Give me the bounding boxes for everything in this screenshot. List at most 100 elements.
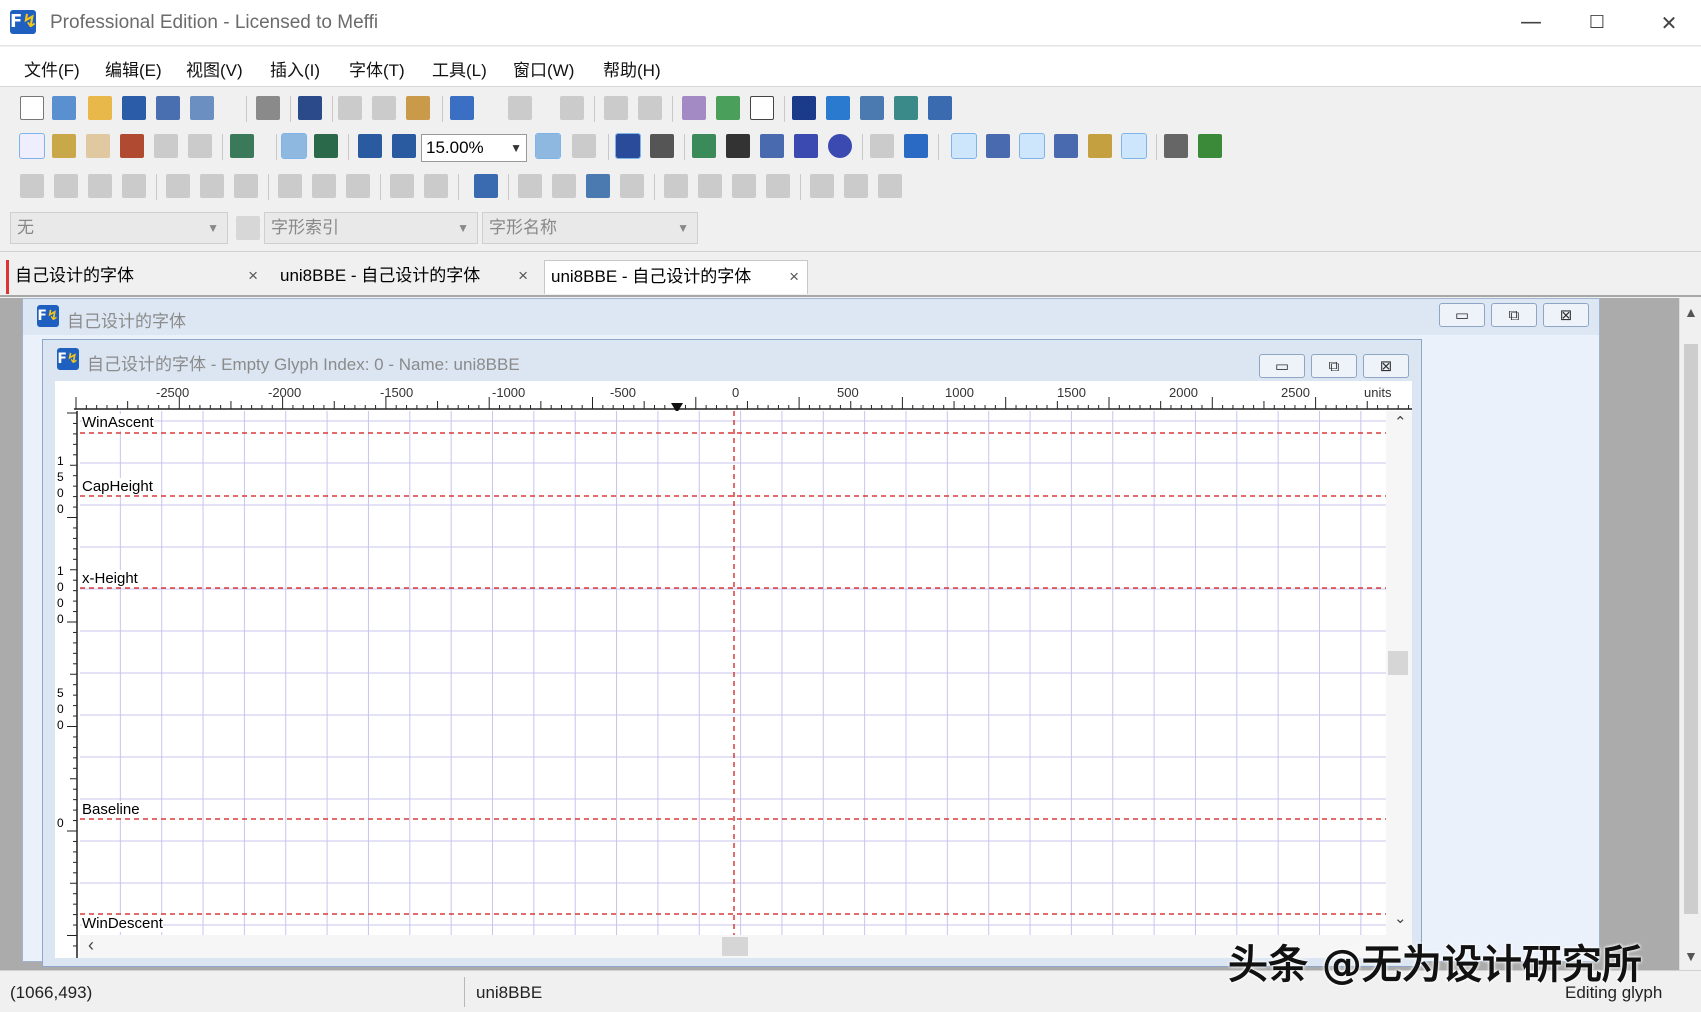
scrollbar-thumb[interactable] (1388, 651, 1408, 675)
tab-glyph-uni8BBE[interactable]: uni8BBE - 自己设计的字体 × (274, 260, 536, 294)
subtract-icon[interactable] (878, 174, 902, 198)
previous-glyph-icon[interactable] (870, 134, 894, 158)
style-combobox[interactable]: 无 ▼ (10, 212, 228, 244)
erase-icon[interactable] (518, 174, 542, 198)
glyph-horizontal-scrollbar[interactable]: ‹ (80, 935, 1412, 958)
scrollbar-thumb[interactable] (1684, 344, 1698, 914)
preview-icon[interactable] (1198, 134, 1222, 158)
zoom-selection-icon[interactable] (572, 134, 596, 158)
checkmark-icon[interactable] (826, 96, 850, 120)
save-icon[interactable] (122, 96, 146, 120)
close-button[interactable]: ⊠ (1543, 303, 1589, 327)
align-bottom-icon[interactable] (346, 174, 370, 198)
close-icon[interactable]: × (789, 261, 799, 293)
menu-edit[interactable]: 编辑(E) (105, 56, 162, 81)
percent-icon[interactable] (281, 133, 307, 159)
copy-icon[interactable] (372, 96, 396, 120)
menu-file[interactable]: 文件(F) (24, 56, 80, 81)
flip-icon[interactable] (664, 174, 688, 198)
intersect-icon[interactable] (844, 174, 868, 198)
undo-icon[interactable] (450, 96, 474, 120)
select-rect-icon[interactable] (19, 133, 45, 159)
pointer-icon[interactable] (615, 133, 641, 159)
glyph-name-combobox[interactable]: 字形名称 ▼ (482, 212, 698, 244)
formula-icon[interactable] (726, 134, 750, 158)
main-vertical-scrollbar[interactable]: ▲ ▼ (1679, 298, 1701, 970)
snap-grid-icon[interactable] (1019, 133, 1045, 159)
menu-insert[interactable]: 插入(I) (270, 56, 320, 81)
tab-glyph-uni8BBE-active[interactable]: uni8BBE - 自己设计的字体 × (544, 260, 808, 294)
refresh-icon[interactable] (560, 96, 584, 120)
snap-points-icon[interactable] (1054, 134, 1078, 158)
minimize-button[interactable]: ▭ (1259, 354, 1305, 378)
test-icon[interactable] (682, 96, 706, 120)
eraser-icon[interactable] (188, 134, 212, 158)
insert-glyph-icon[interactable] (928, 96, 952, 120)
distribute-h-icon[interactable] (390, 174, 414, 198)
validate-icon[interactable] (716, 96, 740, 120)
round-icon[interactable] (620, 174, 644, 198)
minimize-button[interactable]: — (1508, 8, 1554, 38)
close-icon[interactable]: × (518, 260, 528, 292)
close-icon[interactable]: × (248, 260, 258, 292)
menu-window[interactable]: 窗口(W) (513, 56, 574, 81)
scroll-down-icon[interactable]: ▼ (1684, 948, 1698, 964)
zoom-out-icon[interactable] (392, 134, 416, 158)
align-left-icon[interactable] (166, 174, 190, 198)
bounding-box-icon[interactable] (1121, 133, 1147, 159)
menu-font[interactable]: 字体(T) (349, 56, 405, 81)
scroll-up-icon[interactable]: ▲ (1684, 304, 1698, 320)
cut-icon[interactable] (338, 96, 362, 120)
hand-icon[interactable] (86, 134, 110, 158)
rectangle-icon[interactable] (794, 134, 818, 158)
text-icon[interactable] (750, 96, 774, 120)
next-glyph-icon[interactable] (904, 134, 928, 158)
image-icon[interactable] (692, 134, 716, 158)
menu-help[interactable]: 帮助(H) (603, 56, 661, 81)
scatter-icon[interactable] (552, 174, 576, 198)
skew-icon[interactable] (766, 174, 790, 198)
export-icon[interactable] (190, 96, 214, 120)
rotate-icon[interactable] (732, 174, 756, 198)
maximize-button[interactable]: ☐ (1574, 8, 1620, 38)
scroll-down-icon[interactable]: ⌄ (1394, 909, 1407, 927)
menu-view[interactable]: 视图(V) (186, 56, 243, 81)
tab-font-overview[interactable]: 自己设计的字体 × (6, 260, 266, 294)
zoom-fit-icon[interactable] (535, 133, 561, 159)
zoom-in-icon[interactable] (358, 134, 382, 158)
measure-icon[interactable] (120, 134, 144, 158)
export-glyph-icon[interactable] (638, 96, 662, 120)
pencil-icon[interactable] (154, 134, 178, 158)
lasso-icon[interactable] (52, 134, 76, 158)
mirror-icon[interactable] (698, 174, 722, 198)
glyph-canvas[interactable]: WinAscent CapHeight x-Height Baseline Wi… (80, 411, 1386, 935)
scrollbar-thumb[interactable] (722, 937, 748, 956)
close-button[interactable]: ✕ (1646, 8, 1692, 38)
ellipse-icon[interactable] (828, 134, 852, 158)
scroll-up-icon[interactable]: ⌃ (1394, 413, 1407, 431)
save-all-icon[interactable] (156, 96, 180, 120)
add-contour-icon[interactable] (586, 174, 610, 198)
snap-lines-icon[interactable] (1088, 134, 1112, 158)
open-folder-icon[interactable] (88, 96, 112, 120)
background-image-icon[interactable] (230, 134, 254, 158)
new-project-icon[interactable] (52, 96, 76, 120)
text-layer-icon[interactable] (314, 134, 338, 158)
paste-icon[interactable] (406, 96, 430, 120)
send-backward-icon[interactable] (88, 174, 112, 198)
zoom-combobox[interactable]: 15.00% ▼ (421, 134, 527, 162)
close-button[interactable]: ⊠ (1363, 354, 1409, 378)
align-right-icon[interactable] (234, 174, 258, 198)
restore-button[interactable]: ⧉ (1311, 354, 1357, 378)
pen-icon[interactable] (760, 134, 784, 158)
guidelines-icon[interactable] (986, 134, 1010, 158)
glyph-lookup-icon[interactable] (236, 216, 260, 240)
restore-button[interactable]: ⧉ (1491, 303, 1537, 327)
properties-icon[interactable] (792, 96, 816, 120)
bring-forward-icon[interactable] (54, 174, 78, 198)
grid-icon[interactable] (951, 133, 977, 159)
node-tool-icon[interactable] (650, 134, 674, 158)
new-file-icon[interactable] (20, 96, 44, 120)
find-icon[interactable] (298, 96, 322, 120)
menu-tools[interactable]: 工具(L) (432, 56, 487, 81)
